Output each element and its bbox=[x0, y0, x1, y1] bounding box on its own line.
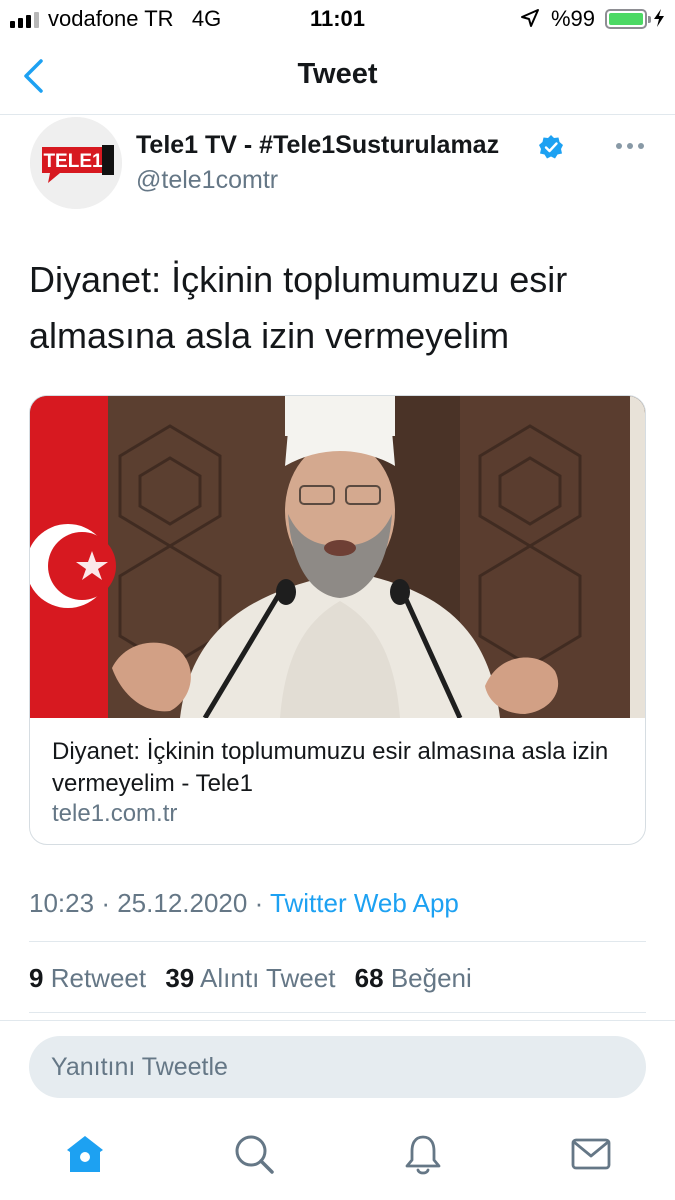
divider bbox=[29, 941, 646, 942]
svg-text:TELE1: TELE1 bbox=[43, 151, 103, 172]
like-label: Beğeni bbox=[390, 963, 472, 993]
tweet-date: 25.12.2020 bbox=[117, 888, 248, 918]
status-bar: vodafone TR 4G 11:01 %99 bbox=[0, 0, 675, 38]
card-image bbox=[30, 396, 645, 718]
tab-bar bbox=[0, 1120, 675, 1200]
charging-bolt-icon bbox=[654, 9, 664, 27]
meta-separator: · bbox=[101, 888, 110, 918]
like-count: 68 bbox=[354, 963, 384, 993]
card-title: Diyanet: İçkinin toplumumuzu esir alması… bbox=[52, 738, 609, 797]
likes-stat[interactable]: 68 Beğeni bbox=[355, 963, 472, 993]
card-domain: tele1.com.tr bbox=[52, 800, 178, 827]
search-icon[interactable] bbox=[232, 1132, 276, 1176]
divider bbox=[29, 1012, 646, 1013]
retweets-stat[interactable]: 9 Retweet bbox=[29, 963, 146, 993]
more-options-icon[interactable] bbox=[610, 133, 650, 159]
tweet-meta: 10:23 · 25.12.2020 · Twitter Web App bbox=[29, 888, 459, 919]
tweet-text: Diyanet: İçkinin toplumumuzu esir alması… bbox=[29, 259, 568, 356]
retweet-count: 9 bbox=[29, 963, 44, 993]
verified-badge-icon bbox=[539, 135, 563, 159]
reply-input[interactable]: Yanıtını Tweetle bbox=[29, 1036, 646, 1098]
quote-label: Alıntı Tweet bbox=[200, 963, 336, 993]
tweet-time: 10:23 bbox=[29, 888, 95, 918]
quote-count: 39 bbox=[165, 963, 195, 993]
quote-tweets-stat[interactable]: 39 Alıntı Tweet bbox=[165, 963, 335, 993]
reply-placeholder: Yanıtını Tweetle bbox=[51, 1053, 228, 1081]
tele1-logo: TELE1 bbox=[30, 117, 122, 209]
location-arrow-icon bbox=[521, 9, 539, 27]
battery-icon bbox=[605, 9, 651, 29]
notifications-icon[interactable] bbox=[401, 1132, 445, 1176]
divider bbox=[0, 1020, 675, 1021]
engagement-stats: 9 Retweet 39 Alıntı Tweet 68 Beğeni bbox=[29, 963, 484, 994]
link-card[interactable]: Diyanet: İçkinin toplumumuzu esir alması… bbox=[29, 395, 646, 845]
nav-bar: Tweet bbox=[0, 38, 675, 115]
meta-separator: · bbox=[254, 888, 264, 918]
messages-icon[interactable] bbox=[569, 1132, 613, 1176]
page-title: Tweet bbox=[297, 58, 378, 90]
author-name[interactable]: Tele1 TV - #Tele1Susturulamaz bbox=[136, 131, 499, 160]
tweet-source-link[interactable]: Twitter Web App bbox=[270, 888, 459, 918]
retweet-label: Retweet bbox=[50, 963, 147, 993]
avatar[interactable]: TELE1 bbox=[30, 117, 122, 209]
battery-percentage: %99 bbox=[551, 6, 596, 31]
author-handle[interactable]: @tele1comtr bbox=[136, 166, 278, 195]
home-icon[interactable] bbox=[63, 1132, 107, 1176]
